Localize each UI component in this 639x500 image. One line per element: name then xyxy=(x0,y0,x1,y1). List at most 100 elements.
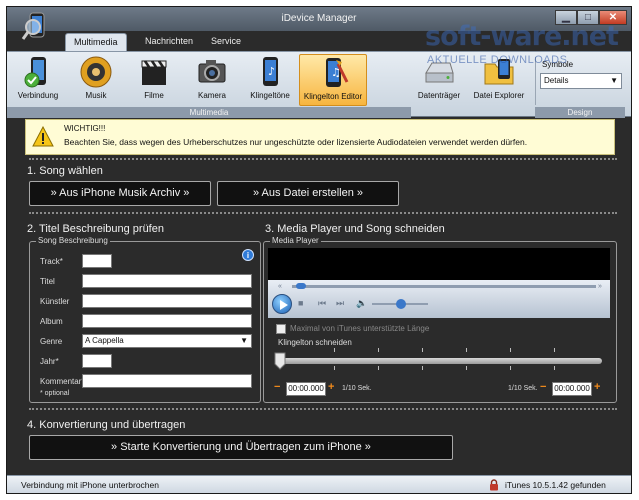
song-description-group: Song Beschreibung i Track* Titel Künstle… xyxy=(29,236,261,403)
divider xyxy=(29,408,617,410)
video-display xyxy=(268,248,610,280)
end-increase-icon[interactable]: + xyxy=(594,381,600,393)
range-start-handle[interactable] xyxy=(274,352,286,370)
app-window: iDevice Manager ▁ □ ✕ Multimedia Nachric… xyxy=(6,6,632,494)
slider-tick xyxy=(378,348,379,352)
clapperboard-icon xyxy=(141,60,167,85)
track-input[interactable] xyxy=(82,254,112,268)
next-icon[interactable]: ⏭ xyxy=(336,299,345,308)
start-decrease-icon[interactable]: − xyxy=(274,381,280,393)
seek-handle[interactable] xyxy=(296,283,306,289)
divider xyxy=(29,212,617,214)
slider-tick xyxy=(334,348,335,352)
tab-service[interactable]: Service xyxy=(203,33,249,51)
slider-tick xyxy=(554,366,555,370)
ribbon-label: Klingeltöne xyxy=(250,91,290,100)
titel-input[interactable] xyxy=(82,274,252,288)
cut-range-slider[interactable] xyxy=(278,358,602,364)
fast-forward-icon[interactable]: » xyxy=(598,282,607,291)
ringtone-editor-icon: ♫ xyxy=(326,58,349,87)
max-length-checkbox[interactable] xyxy=(276,324,286,334)
ribbon-label: Datenträger xyxy=(417,91,461,100)
watermark-logo: soft-ware.net xyxy=(425,21,619,52)
ribbon-verbindung-button[interactable]: Verbindung xyxy=(9,54,67,106)
ribbon-label: Verbindung xyxy=(17,91,59,100)
stop-icon[interactable]: ■ xyxy=(298,299,307,308)
section2-title: 2. Titel Beschreibung prüfen xyxy=(27,223,164,235)
start-conversion-button[interactable]: » Starte Konvertierung und Übertragen zu… xyxy=(29,435,453,460)
itunes-status: iTunes 10.5.1.42 gefunden xyxy=(505,480,606,490)
ribbon-label: Kamera xyxy=(197,91,226,100)
slider-tick xyxy=(378,366,379,370)
watermark-subtitle: AKTUELLE DOWNLOADS xyxy=(427,54,568,66)
divider xyxy=(29,158,617,160)
ribbon-kamera-button[interactable]: Kamera xyxy=(183,54,241,106)
ribbon-musik-button[interactable]: Musik xyxy=(67,54,125,106)
genre-value: A Cappella xyxy=(85,336,124,345)
info-icon[interactable]: i xyxy=(242,249,254,261)
warning-title: WICHTIG!!! xyxy=(64,124,106,133)
tab-multimedia[interactable]: Multimedia xyxy=(65,33,127,51)
album-input[interactable] xyxy=(82,314,252,328)
from-itunes-archive-button[interactable]: » Aus iPhone Musik Archiv » xyxy=(29,181,211,206)
volume-handle[interactable] xyxy=(396,299,406,309)
from-file-button[interactable]: » Aus Datei erstellen » xyxy=(217,181,399,206)
ribbon-label: Klingelton Editor xyxy=(303,92,363,101)
chevron-down-icon: ▼ xyxy=(610,76,618,85)
ribbon-group-design: Design xyxy=(535,107,625,118)
max-length-label: Maximal von iTunes unterstützte Länge xyxy=(290,324,430,333)
kuenstler-input[interactable] xyxy=(82,294,252,308)
warning-icon xyxy=(32,126,54,147)
seek-bar[interactable] xyxy=(292,285,596,288)
slider-tick xyxy=(422,348,423,352)
slider-tick xyxy=(466,366,467,370)
player-controls: « » ■ ⏮ ⏭ 🔈 xyxy=(268,280,610,318)
ribbon-group-multimedia: Multimedia xyxy=(7,107,411,118)
genre-label: Genre xyxy=(40,337,63,346)
rewind-icon[interactable]: « xyxy=(278,282,287,291)
titel-label: Titel xyxy=(40,277,55,286)
app-magnifier-icon[interactable] xyxy=(21,10,53,42)
start-time-field[interactable]: 00:00.000 xyxy=(286,382,326,396)
speaker-icon xyxy=(80,56,112,88)
end-unit-label: 1/10 Sek. xyxy=(508,385,538,392)
ribbon-label: Datei Explorer xyxy=(473,91,525,100)
slider-tick xyxy=(510,348,511,352)
view-mode-select[interactable]: Details ▼ xyxy=(540,73,622,89)
volume-icon[interactable]: 🔈 xyxy=(356,299,367,308)
play-button[interactable] xyxy=(272,294,292,314)
slider-tick xyxy=(422,366,423,370)
view-mode-value: Details xyxy=(544,76,569,85)
slider-tick xyxy=(466,348,467,352)
cut-ringtone-label: Klingelton schneiden xyxy=(278,338,352,347)
tab-nachrichten[interactable]: Nachrichten xyxy=(137,33,201,51)
slider-tick xyxy=(510,366,511,370)
ribbon-klingelton-editor-button[interactable]: ♫ Klingelton Editor xyxy=(299,54,367,106)
chevron-down-icon: ▼ xyxy=(240,336,248,345)
phone-connect-icon xyxy=(24,57,46,88)
jahr-input[interactable] xyxy=(82,354,112,368)
lock-icon xyxy=(490,479,498,491)
album-label: Album xyxy=(40,317,63,326)
ribbon-label: Musik xyxy=(85,91,107,100)
ribbon-filme-button[interactable]: Filme xyxy=(125,54,183,106)
genre-select[interactable]: A Cappella ▼ xyxy=(82,334,252,348)
optional-note: * optional xyxy=(40,390,70,397)
section3-title: 3. Media Player und Song schneiden xyxy=(265,223,445,235)
svg-text:♪: ♪ xyxy=(268,65,275,78)
slider-tick xyxy=(334,366,335,370)
song-description-legend: Song Beschreibung xyxy=(36,236,110,245)
kuenstler-label: Künstler xyxy=(40,297,70,306)
ribbon-label: Filme xyxy=(144,91,164,100)
start-increase-icon[interactable]: + xyxy=(328,381,334,393)
ribbon-klingeltoene-button[interactable]: ♪ Klingeltöne xyxy=(241,54,299,106)
jahr-label: Jahr* xyxy=(40,357,59,366)
kommentar-label: Kommentar* xyxy=(40,377,85,386)
track-label: Track* xyxy=(40,257,63,266)
end-time-field[interactable]: 00:00.000 xyxy=(552,382,592,396)
section4-title: 4. Konvertierung und übertragen xyxy=(27,419,186,431)
warning-text: Beachten Sie, dass wegen des Urheberschu… xyxy=(64,137,528,147)
kommentar-input[interactable] xyxy=(82,374,252,388)
previous-icon[interactable]: ⏮ xyxy=(318,299,327,308)
end-decrease-icon[interactable]: − xyxy=(540,381,546,393)
